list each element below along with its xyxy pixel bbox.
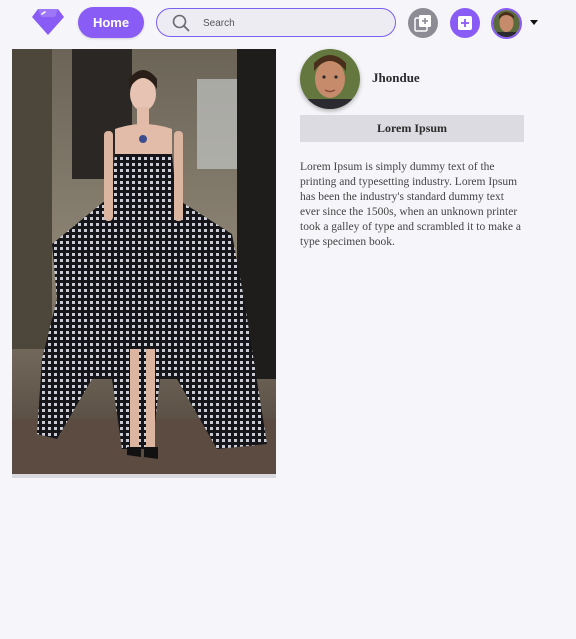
add-to-collection-button[interactable] bbox=[408, 8, 438, 38]
profile-avatar-image bbox=[300, 49, 360, 109]
search-icon[interactable] bbox=[172, 14, 190, 32]
username[interactable]: Jhondue bbox=[372, 70, 420, 86]
profile-avatar[interactable] bbox=[300, 49, 360, 109]
post-image[interactable] bbox=[12, 49, 276, 474]
diamond-logo-icon[interactable] bbox=[31, 8, 65, 36]
add-to-collection-icon bbox=[414, 15, 431, 32]
add-button[interactable] bbox=[450, 8, 480, 38]
user-avatar[interactable] bbox=[491, 8, 522, 39]
section-label: Lorem Ipsum bbox=[300, 115, 524, 142]
search-input[interactable] bbox=[203, 14, 383, 32]
post-image-frame bbox=[12, 49, 276, 478]
post-description: Lorem Ipsum is simply dummy text of the … bbox=[300, 161, 521, 248]
caret-down-icon[interactable] bbox=[530, 20, 538, 25]
search-bar[interactable] bbox=[156, 8, 396, 37]
avatar-image bbox=[493, 10, 520, 37]
add-icon bbox=[458, 16, 472, 30]
home-button[interactable]: Home bbox=[78, 7, 144, 38]
